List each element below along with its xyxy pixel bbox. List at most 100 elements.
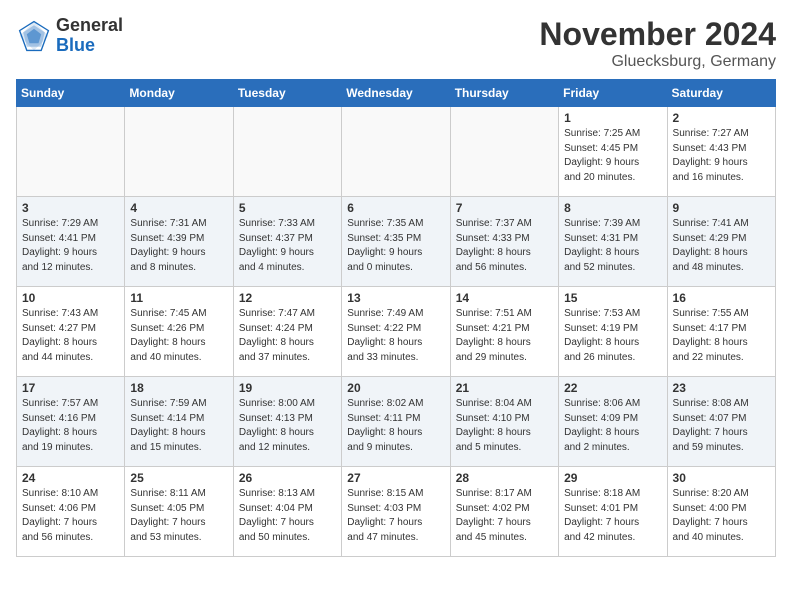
- day-info: Sunrise: 8:06 AM Sunset: 4:09 PM Dayligh…: [564, 397, 661, 455]
- month-title: November 2024: [539, 16, 776, 53]
- day-info: Sunrise: 7:57 AM Sunset: 4:16 PM Dayligh…: [22, 397, 119, 455]
- day-info: Sunrise: 8:18 AM Sunset: 4:01 PM Dayligh…: [564, 487, 661, 545]
- calendar-week-row: 10 Sunrise: 7:43 AM Sunset: 4:27 PM Dayli…: [17, 287, 776, 377]
- calendar-cell: [342, 107, 450, 197]
- day-number: 13: [347, 291, 444, 305]
- calendar-cell: 3 Sunrise: 7:29 AM Sunset: 4:41 PM Daylig…: [17, 197, 125, 287]
- day-number: 10: [22, 291, 119, 305]
- day-number: 7: [456, 201, 553, 215]
- day-info: Sunrise: 7:51 AM Sunset: 4:21 PM Dayligh…: [456, 307, 553, 365]
- day-info: Sunrise: 8:15 AM Sunset: 4:03 PM Dayligh…: [347, 487, 444, 545]
- day-number: 26: [239, 471, 336, 485]
- day-number: 29: [564, 471, 661, 485]
- logo-icon: [16, 18, 52, 54]
- day-info: Sunrise: 7:59 AM Sunset: 4:14 PM Dayligh…: [130, 397, 227, 455]
- calendar-cell: 5 Sunrise: 7:33 AM Sunset: 4:37 PM Daylig…: [233, 197, 341, 287]
- day-number: 15: [564, 291, 661, 305]
- day-number: 22: [564, 381, 661, 395]
- day-number: 21: [456, 381, 553, 395]
- calendar-cell: 14 Sunrise: 7:51 AM Sunset: 4:21 PM Dayli…: [450, 287, 558, 377]
- calendar-cell: [125, 107, 233, 197]
- calendar-cell: 21 Sunrise: 8:04 AM Sunset: 4:10 PM Dayli…: [450, 377, 558, 467]
- day-info: Sunrise: 8:11 AM Sunset: 4:05 PM Dayligh…: [130, 487, 227, 545]
- day-info: Sunrise: 7:29 AM Sunset: 4:41 PM Dayligh…: [22, 217, 119, 275]
- calendar-cell: 12 Sunrise: 7:47 AM Sunset: 4:24 PM Dayli…: [233, 287, 341, 377]
- weekday-header: Wednesday: [342, 80, 450, 107]
- day-info: Sunrise: 8:08 AM Sunset: 4:07 PM Dayligh…: [673, 397, 770, 455]
- day-info: Sunrise: 7:45 AM Sunset: 4:26 PM Dayligh…: [130, 307, 227, 365]
- day-number: 28: [456, 471, 553, 485]
- calendar-cell: [17, 107, 125, 197]
- day-number: 4: [130, 201, 227, 215]
- day-info: Sunrise: 8:04 AM Sunset: 4:10 PM Dayligh…: [456, 397, 553, 455]
- calendar-cell: 16 Sunrise: 7:55 AM Sunset: 4:17 PM Dayli…: [667, 287, 775, 377]
- day-info: Sunrise: 8:17 AM Sunset: 4:02 PM Dayligh…: [456, 487, 553, 545]
- calendar-week-row: 24 Sunrise: 8:10 AM Sunset: 4:06 PM Dayli…: [17, 467, 776, 557]
- calendar-cell: 6Sunrise: 7:35 AM Sunset: 4:35 PM Daylig…: [342, 197, 450, 287]
- day-number: 5: [239, 201, 336, 215]
- calendar-header: SundayMondayTuesdayWednesdayThursdayFrid…: [17, 80, 776, 107]
- day-info: Sunrise: 7:47 AM Sunset: 4:24 PM Dayligh…: [239, 307, 336, 365]
- day-info: Sunrise: 8:00 AM Sunset: 4:13 PM Dayligh…: [239, 397, 336, 455]
- day-number: 14: [456, 291, 553, 305]
- calendar-body: 1Sunrise: 7:25 AM Sunset: 4:45 PM Daylig…: [17, 107, 776, 557]
- day-number: 24: [22, 471, 119, 485]
- day-info: Sunrise: 8:10 AM Sunset: 4:06 PM Dayligh…: [22, 487, 119, 545]
- calendar-week-row: 1Sunrise: 7:25 AM Sunset: 4:45 PM Daylig…: [17, 107, 776, 197]
- calendar-cell: 1Sunrise: 7:25 AM Sunset: 4:45 PM Daylig…: [559, 107, 667, 197]
- day-number: 9: [673, 201, 770, 215]
- calendar-cell: 13 Sunrise: 7:49 AM Sunset: 4:22 PM Dayli…: [342, 287, 450, 377]
- calendar-cell: 28 Sunrise: 8:17 AM Sunset: 4:02 PM Dayli…: [450, 467, 558, 557]
- header-row: SundayMondayTuesdayWednesdayThursdayFrid…: [17, 80, 776, 107]
- header: General Blue November 2024 Gluecksburg, …: [16, 16, 776, 71]
- calendar-cell: 15 Sunrise: 7:53 AM Sunset: 4:19 PM Dayli…: [559, 287, 667, 377]
- weekday-header: Saturday: [667, 80, 775, 107]
- logo-blue-text: Blue: [56, 36, 123, 56]
- day-number: 3: [22, 201, 119, 215]
- day-number: 30: [673, 471, 770, 485]
- weekday-header: Sunday: [17, 80, 125, 107]
- calendar-cell: 17 Sunrise: 7:57 AM Sunset: 4:16 PM Dayli…: [17, 377, 125, 467]
- day-number: 11: [130, 291, 227, 305]
- day-info: Sunrise: 7:41 AM Sunset: 4:29 PM Dayligh…: [673, 217, 770, 275]
- day-number: 12: [239, 291, 336, 305]
- day-number: 23: [673, 381, 770, 395]
- day-info: Sunrise: 7:39 AM Sunset: 4:31 PM Dayligh…: [564, 217, 661, 275]
- calendar-cell: 30 Sunrise: 8:20 AM Sunset: 4:00 PM Dayli…: [667, 467, 775, 557]
- day-info: Sunrise: 7:37 AM Sunset: 4:33 PM Dayligh…: [456, 217, 553, 275]
- logo: General Blue: [16, 16, 123, 56]
- day-number: 18: [130, 381, 227, 395]
- calendar-cell: 9 Sunrise: 7:41 AM Sunset: 4:29 PM Daylig…: [667, 197, 775, 287]
- calendar-cell: 22 Sunrise: 8:06 AM Sunset: 4:09 PM Dayli…: [559, 377, 667, 467]
- calendar-week-row: 3 Sunrise: 7:29 AM Sunset: 4:41 PM Daylig…: [17, 197, 776, 287]
- calendar-cell: 25 Sunrise: 8:11 AM Sunset: 4:05 PM Dayli…: [125, 467, 233, 557]
- calendar-cell: 23 Sunrise: 8:08 AM Sunset: 4:07 PM Dayli…: [667, 377, 775, 467]
- day-info: Sunrise: 7:49 AM Sunset: 4:22 PM Dayligh…: [347, 307, 444, 365]
- calendar-cell: 4 Sunrise: 7:31 AM Sunset: 4:39 PM Daylig…: [125, 197, 233, 287]
- day-info: Sunrise: 7:31 AM Sunset: 4:39 PM Dayligh…: [130, 217, 227, 275]
- calendar-cell: 19 Sunrise: 8:00 AM Sunset: 4:13 PM Dayli…: [233, 377, 341, 467]
- day-info: Sunrise: 8:20 AM Sunset: 4:00 PM Dayligh…: [673, 487, 770, 545]
- day-number: 19: [239, 381, 336, 395]
- calendar-cell: 10 Sunrise: 7:43 AM Sunset: 4:27 PM Dayli…: [17, 287, 125, 377]
- calendar-cell: 20Sunrise: 8:02 AM Sunset: 4:11 PM Dayli…: [342, 377, 450, 467]
- day-info: Sunrise: 7:55 AM Sunset: 4:17 PM Dayligh…: [673, 307, 770, 365]
- day-number: 2: [673, 111, 770, 125]
- day-number: 27: [347, 471, 444, 485]
- calendar-cell: 27 Sunrise: 8:15 AM Sunset: 4:03 PM Dayli…: [342, 467, 450, 557]
- weekday-header: Friday: [559, 80, 667, 107]
- day-info: Sunrise: 8:13 AM Sunset: 4:04 PM Dayligh…: [239, 487, 336, 545]
- day-number: 17: [22, 381, 119, 395]
- calendar-table: SundayMondayTuesdayWednesdayThursdayFrid…: [16, 79, 776, 557]
- weekday-header: Thursday: [450, 80, 558, 107]
- day-info: Sunrise: 7:53 AM Sunset: 4:19 PM Dayligh…: [564, 307, 661, 365]
- day-info: Sunrise: 7:33 AM Sunset: 4:37 PM Dayligh…: [239, 217, 336, 275]
- day-number: 25: [130, 471, 227, 485]
- day-info: Sunrise: 8:02 AM Sunset: 4:11 PM Dayligh…: [347, 397, 444, 455]
- calendar-week-row: 17 Sunrise: 7:57 AM Sunset: 4:16 PM Dayli…: [17, 377, 776, 467]
- day-number: 16: [673, 291, 770, 305]
- day-info: Sunrise: 7:43 AM Sunset: 4:27 PM Dayligh…: [22, 307, 119, 365]
- day-number: 6: [347, 201, 444, 215]
- title-area: November 2024 Gluecksburg, Germany: [539, 16, 776, 71]
- logo-general-text: General: [56, 16, 123, 36]
